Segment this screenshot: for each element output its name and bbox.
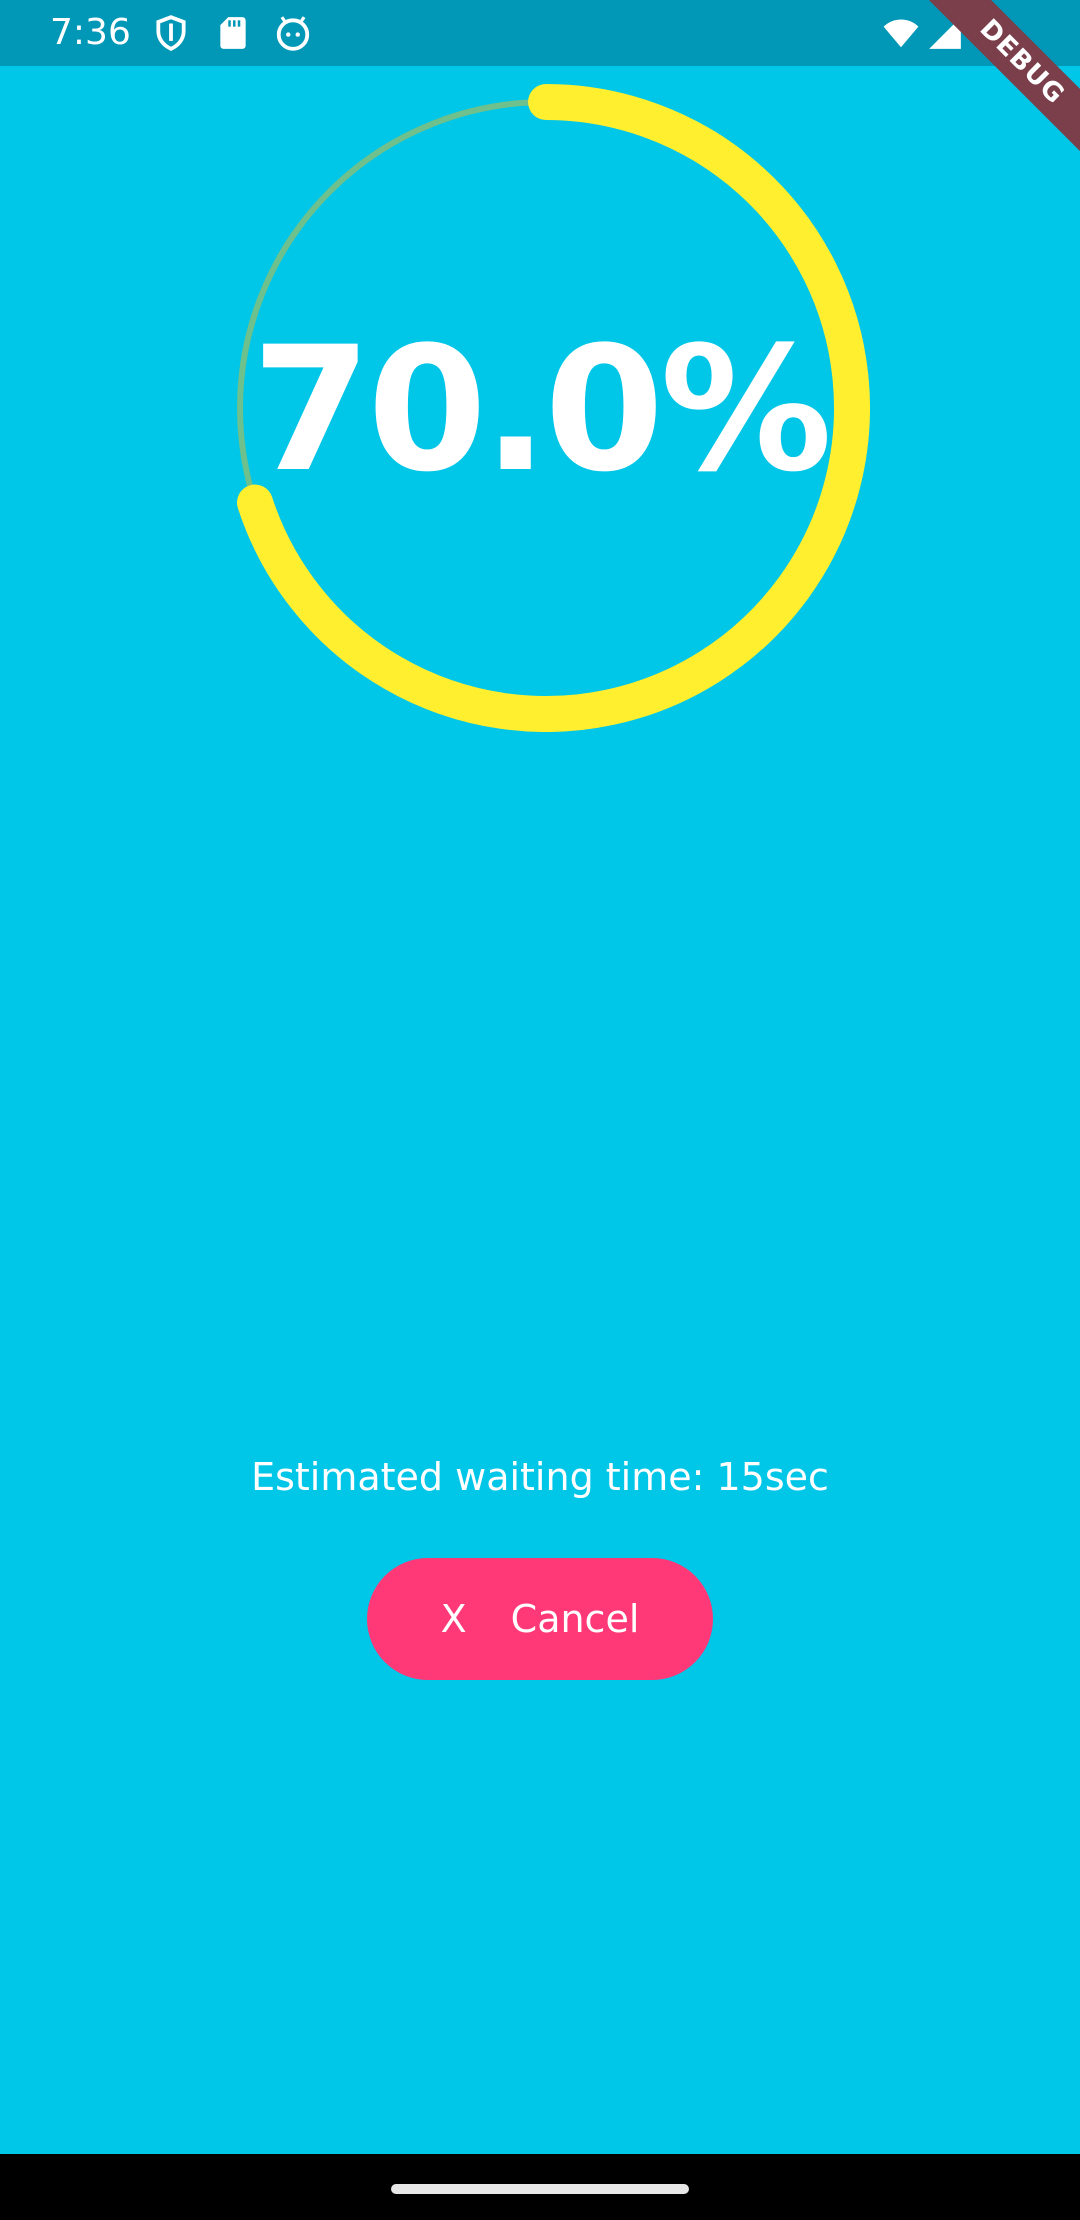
- navigation-bar: [0, 2154, 1080, 2220]
- wifi-icon: [880, 14, 922, 52]
- cancel-button-label: Cancel: [510, 1597, 640, 1641]
- sd-card-icon: [214, 14, 252, 52]
- close-icon: X: [440, 1597, 467, 1641]
- status-time: 7:36: [50, 12, 131, 53]
- status-bar: 7:36: [0, 0, 1080, 66]
- cancel-button[interactable]: X Cancel: [367, 1558, 713, 1680]
- progress-percentage: 70.0%: [251, 309, 833, 510]
- shield-icon: [152, 14, 190, 52]
- home-handle[interactable]: [391, 2184, 689, 2194]
- android-face-icon: [274, 14, 312, 52]
- waiting-time-text: Estimated waiting time: 15sec: [251, 1455, 829, 1499]
